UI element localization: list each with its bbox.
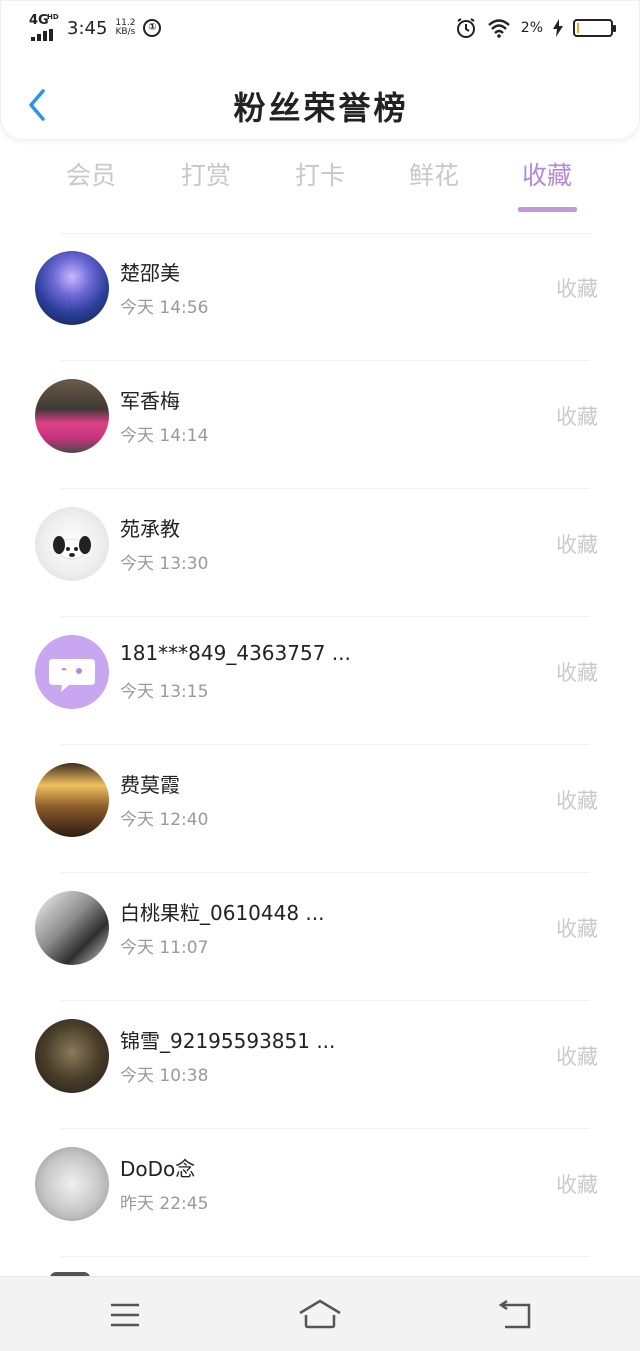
network-speed: 11.2 KB/s xyxy=(115,19,135,37)
fan-name: 181***849_4363757 ... xyxy=(120,641,351,665)
notification-icon: ① xyxy=(143,19,162,37)
list-item[interactable]: 苑承教 今天 13:30 收藏 xyxy=(0,489,640,617)
fan-time: 今天 13:15 xyxy=(120,682,209,702)
list-item[interactable]: 军香梅 今天 14:14 收藏 xyxy=(0,361,640,489)
status-right: 2% xyxy=(455,17,616,39)
avatar xyxy=(35,507,109,581)
avatar xyxy=(35,635,109,709)
favorite-label: 收藏 xyxy=(556,1173,598,1197)
tab-bar: 会员 打赏 打卡 鲜花 收藏 xyxy=(0,150,640,216)
fan-name: 费莫霞 xyxy=(120,773,180,797)
wifi-icon xyxy=(487,19,510,38)
status-time: 3:45 xyxy=(67,17,108,39)
avatar xyxy=(35,891,109,965)
fan-time: 今天 11:07 xyxy=(120,938,209,958)
fan-name: 苑承教 xyxy=(120,517,180,541)
battery-icon xyxy=(573,19,616,37)
tab-checkin[interactable]: 打卡 xyxy=(270,156,370,192)
back-icon xyxy=(498,1299,531,1329)
list-item[interactable]: 锦雪_92195593851 ... 今天 10:38 收藏 xyxy=(0,1001,640,1129)
fan-time: 今天 13:30 xyxy=(120,554,209,574)
battery-percent: 2% xyxy=(520,20,543,36)
back-nav-button[interactable] xyxy=(485,1291,545,1339)
fan-time: 今天 14:14 xyxy=(120,426,209,446)
list-item[interactable]: 费莫霞 今天 12:40 收藏 xyxy=(0,745,640,873)
signal-icon: 4G HD xyxy=(29,13,59,41)
tab-favorite[interactable]: 收藏 xyxy=(497,156,597,192)
dog-icon xyxy=(53,536,91,560)
menu-button[interactable] xyxy=(95,1291,155,1339)
tab-member[interactable]: 会员 xyxy=(41,156,141,192)
favorite-label: 收藏 xyxy=(556,661,598,685)
fan-time: 今天 14:56 xyxy=(120,298,209,318)
fan-time: 今天 12:40 xyxy=(120,810,209,830)
tab-flower[interactable]: 鲜花 xyxy=(384,156,484,192)
list-item[interactable]: 白桃果粒_0610448 ... 今天 11:07 收藏 xyxy=(0,873,640,1001)
favorite-label: 收藏 xyxy=(556,789,598,813)
network-type: 4G xyxy=(29,13,49,28)
favorite-label: 收藏 xyxy=(556,405,598,429)
favorite-label: 收藏 xyxy=(556,533,598,557)
menu-icon xyxy=(111,1303,139,1327)
fan-time: 昨天 22:45 xyxy=(120,1194,209,1214)
favorite-label: 收藏 xyxy=(556,1045,598,1069)
avatar xyxy=(35,763,109,837)
list-divider xyxy=(60,1256,590,1257)
status-bar: 4G HD 3:45 11.2 KB/s ① 2% xyxy=(1,1,640,57)
chat-bubble-icon xyxy=(49,659,95,692)
header-card: 4G HD 3:45 11.2 KB/s ① 2% 粉丝荣誉榜 xyxy=(0,0,640,140)
status-left: 4G HD 3:45 11.2 KB/s ① xyxy=(29,13,162,41)
home-button[interactable] xyxy=(290,1291,350,1339)
fan-time: 今天 10:38 xyxy=(120,1066,209,1086)
favorite-label: 收藏 xyxy=(556,277,598,301)
avatar xyxy=(35,379,109,453)
home-icon xyxy=(299,1299,341,1329)
avatar xyxy=(35,1019,109,1093)
alarm-icon xyxy=(456,18,475,38)
tab-reward[interactable]: 打赏 xyxy=(156,156,256,192)
fan-name: 军香梅 xyxy=(120,389,180,413)
network-hd: HD xyxy=(47,13,59,21)
favorite-label: 收藏 xyxy=(556,917,598,941)
fan-name: 锦雪_92195593851 ... xyxy=(120,1029,336,1053)
avatar xyxy=(35,251,109,325)
list-item[interactable]: 181***849_4363757 ... 今天 13:15 收藏 xyxy=(0,617,640,745)
fan-name: 白桃果粒_0610448 ... xyxy=(120,901,325,925)
speed-unit: KB/s xyxy=(115,27,136,37)
list-item[interactable]: 楚邵美 今天 14:56 收藏 xyxy=(0,233,640,361)
fan-name: DoDo念 xyxy=(120,1157,196,1181)
nav-row: 粉丝荣誉榜 xyxy=(1,71,640,135)
page-title: 粉丝荣誉榜 xyxy=(233,89,409,127)
fan-name: 楚邵美 xyxy=(120,261,180,285)
system-nav-bar xyxy=(0,1276,640,1351)
avatar xyxy=(35,1147,109,1221)
list-item[interactable]: DoDo念 昨天 22:45 收藏 xyxy=(0,1129,640,1257)
charging-icon xyxy=(553,19,563,37)
tab-active-indicator xyxy=(518,207,577,212)
